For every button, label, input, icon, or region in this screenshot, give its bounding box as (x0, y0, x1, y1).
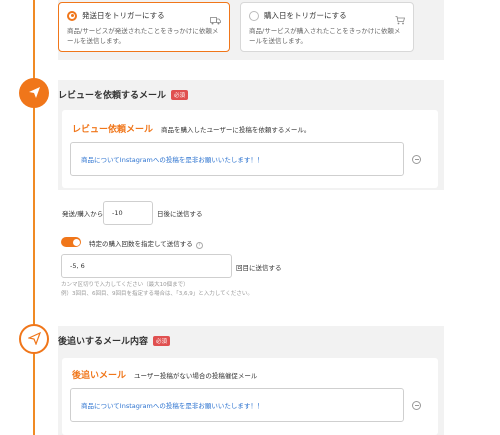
required-badge: 必須 (153, 335, 171, 346)
review-mail-title: レビュー依頼メール (72, 125, 154, 135)
trigger-card-shipping[interactable]: 発送日をトリガーにする 商品/サービスが発送されたことをきっかけに依頼メールを送… (58, 2, 230, 52)
trigger-shipping-title: 発送日をトリガーにする (82, 11, 165, 20)
trigger-card-purchase[interactable]: 購入日をトリガーにする 商品/サービスが購入されたことをきっかけに依頼メールを送… (240, 2, 414, 52)
step-review-circle (19, 78, 49, 108)
followup-section-title: 後追いするメール内容 必須 (58, 334, 171, 347)
followup-mail-heading: 後追いメール ユーザー投稿がない場合の投稿催促メール (72, 368, 257, 381)
trigger-purchase-title: 購入日をトリガーにする (264, 11, 347, 20)
timeline-line (33, 0, 35, 435)
purchase-count-toggle-text: 特定の購入回数を指定して送信する (89, 240, 193, 248)
step-followup-circle (19, 324, 49, 354)
hint-line-1: カンマ区切りで入力してください（最大10個まで） (61, 282, 189, 288)
send-suffix-label: 日後に送信する (157, 210, 203, 218)
required-badge: 必須 (171, 89, 189, 100)
truck-icon (210, 10, 221, 29)
cart-icon (395, 10, 406, 29)
review-section-title-text: レビューを依頼するメール (58, 91, 167, 101)
paper-plane-icon (28, 84, 41, 103)
help-icon[interactable]: ? (195, 242, 203, 249)
send-days-input[interactable]: -10 (103, 201, 153, 225)
radio-purchase[interactable] (249, 10, 259, 21)
purchase-count-input[interactable]: -5, 6 (61, 254, 232, 278)
purchase-count-hint: カンマ区切りで入力してください（最大10個まで） 例）3回目、6回目、9回目を指… (61, 281, 253, 299)
remove-message-icon[interactable] (412, 155, 421, 164)
trigger-purchase-description: 商品/サービスが購入されたことをきっかけに依頼メールを送信します。 (249, 27, 401, 45)
purchase-count-suffix: 回目に送信する (236, 264, 282, 272)
review-message-input[interactable]: 商品についてInstagramへの投稿を是非お願いいたします！！ (70, 142, 404, 176)
purchase-count-toggle-label: 特定の購入回数を指定して送信する? (89, 238, 203, 249)
followup-mail-subtitle: ユーザー投稿がない場合の投稿催促メール (134, 372, 258, 380)
paper-plane-icon (26, 330, 41, 349)
trigger-shipping-description: 商品/サービスが発送されたことをきっかけに依頼メールを送信します。 (67, 27, 219, 45)
remove-message-icon[interactable] (412, 401, 421, 410)
purchase-count-toggle[interactable] (61, 237, 81, 247)
send-prefix-label: 発送/購入から (62, 210, 104, 218)
followup-section-title-text: 後追いするメール内容 (58, 337, 149, 347)
review-mail-subtitle: 商品を購入したユーザーに投稿を依頼するメール。 (161, 126, 311, 134)
radio-shipping[interactable] (67, 10, 77, 21)
followup-message-input[interactable]: 商品についてInstagramへの投稿を是非お願いいたします！！ (70, 388, 404, 422)
review-section-title: レビューを依頼するメール 必須 (58, 88, 189, 101)
hint-line-2: 例）3回目、6回目、9回目を指定する場合は、「3,6,9」と入力してください。 (61, 290, 253, 297)
followup-mail-title: 後追いメール (72, 371, 127, 381)
review-mail-heading: レビュー依頼メール 商品を購入したユーザーに投稿を依頼するメール。 (72, 122, 310, 135)
